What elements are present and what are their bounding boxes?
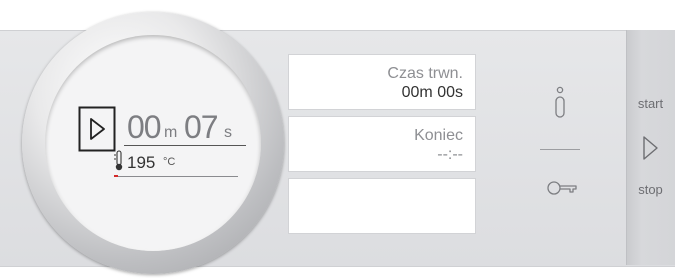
end-time-value: --:-- <box>437 146 463 163</box>
dial-divider <box>124 145 246 146</box>
empty-field <box>288 178 476 234</box>
temperature-bar-fill <box>114 175 118 177</box>
dial-seconds-unit: s <box>224 124 232 141</box>
info-button[interactable] <box>549 84 571 122</box>
start-label: start <box>637 96 664 111</box>
end-time-label: Koniec <box>414 127 463 144</box>
child-lock-button[interactable] <box>545 177 579 199</box>
play-icon <box>643 136 658 160</box>
duration-label: Czas trwn. <box>387 65 463 82</box>
end-time-field[interactable]: Koniec --:-- <box>288 116 476 172</box>
program-play-button[interactable] <box>78 106 116 152</box>
icon-divider <box>540 149 580 150</box>
dial-seconds: 07 <box>184 109 219 145</box>
thermometer-icon <box>114 150 123 171</box>
duration-value: 00m 00s <box>401 84 463 101</box>
info-icon <box>555 86 565 118</box>
dial-minutes: 00 <box>127 109 162 145</box>
temperature-bar <box>114 176 238 177</box>
dial-minutes-unit: m <box>164 124 178 141</box>
dial-temperature-unit: °C <box>163 156 176 168</box>
dial-temperature: 195 <box>127 153 156 172</box>
key-icon <box>547 181 577 195</box>
play-icon <box>78 106 116 152</box>
stop-label: stop <box>638 182 663 197</box>
start-stop-button[interactable] <box>640 133 662 163</box>
duration-field[interactable]: Czas trwn. 00m 00s <box>288 54 476 110</box>
